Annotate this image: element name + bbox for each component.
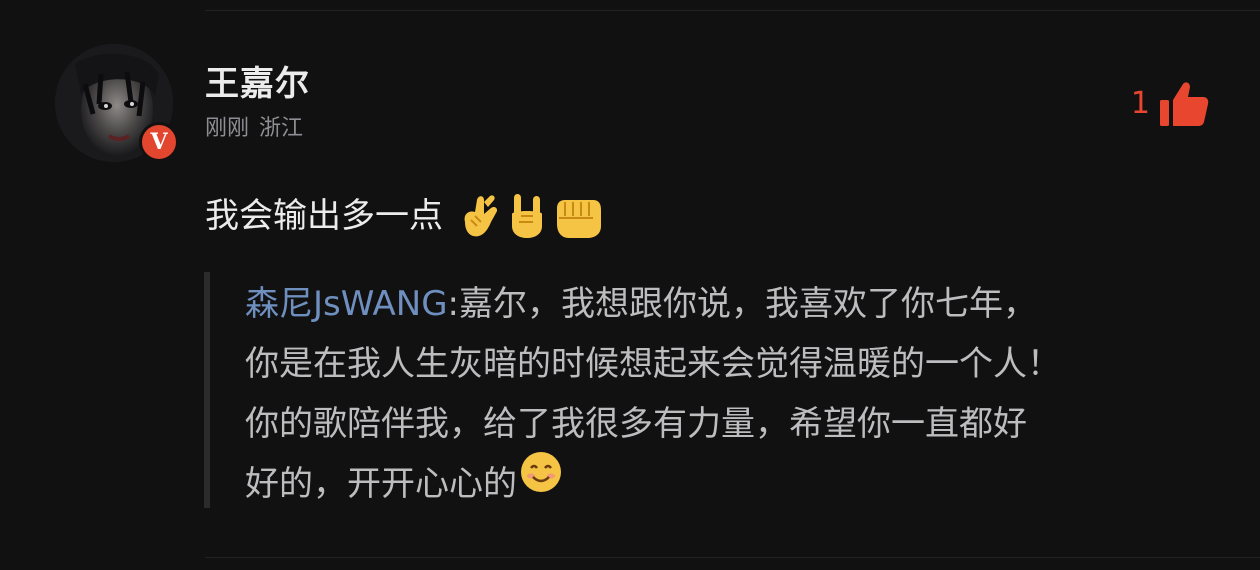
quote-line-text: 嘉尔，我想跟你说，我喜欢了你七年， bbox=[459, 284, 1038, 324]
quoted-comment[interactable]: 森尼JsWANG:嘉尔，我想跟你说，我喜欢了你七年， 你是在我人生灰暗的时候想起… bbox=[204, 272, 1214, 508]
quote-line-4: 好的，开开心心的 bbox=[245, 452, 1210, 517]
post-time: 刚刚 bbox=[205, 116, 250, 141]
pinched-heart-emoji bbox=[464, 195, 498, 237]
quote-bar bbox=[204, 272, 210, 508]
like-button[interactable]: 1 bbox=[1131, 80, 1210, 128]
quote-text: 森尼JsWANG:嘉尔，我想跟你说，我喜欢了你七年， 你是在我人生灰暗的时候想起… bbox=[245, 274, 1210, 517]
avatar[interactable]: V bbox=[55, 44, 179, 162]
smiling-face-emoji bbox=[519, 450, 563, 513]
quote-separator: : bbox=[447, 284, 460, 324]
bottom-divider bbox=[205, 557, 1260, 558]
rock-on-emoji bbox=[512, 194, 542, 238]
quote-author-link[interactable]: 森尼JsWANG bbox=[245, 284, 448, 324]
comment-text: 我会输出多一点 bbox=[205, 196, 443, 236]
comment-emojis bbox=[457, 192, 603, 240]
post-meta: 刚刚 浙江 bbox=[205, 114, 303, 144]
quote-line-text: 好的，开开心心的 bbox=[245, 464, 517, 504]
fist-emoji bbox=[557, 200, 601, 238]
post-location: 浙江 bbox=[259, 116, 304, 141]
comment-view: V 王嘉尔 刚刚 浙江 1 我会输出多一点 森尼JsWANG:嘉尔，我想跟你说，… bbox=[0, 0, 1260, 570]
verified-badge: V bbox=[139, 122, 179, 162]
quote-line-3: 你的歌陪伴我，给了我很多有力量，希望你一直都好 bbox=[245, 404, 1027, 444]
like-count: 1 bbox=[1130, 86, 1150, 121]
username[interactable]: 王嘉尔 bbox=[205, 62, 310, 106]
quote-line-2: 你是在我人生灰暗的时候想起来会觉得温暖的一个人！ bbox=[245, 344, 1061, 384]
comment-body: 我会输出多一点 bbox=[205, 192, 603, 240]
quote-line-1: 森尼JsWANG:嘉尔，我想跟你说，我喜欢了你七年， bbox=[245, 274, 1210, 334]
thumbs-up-icon bbox=[1160, 82, 1209, 126]
top-divider bbox=[205, 10, 1260, 11]
